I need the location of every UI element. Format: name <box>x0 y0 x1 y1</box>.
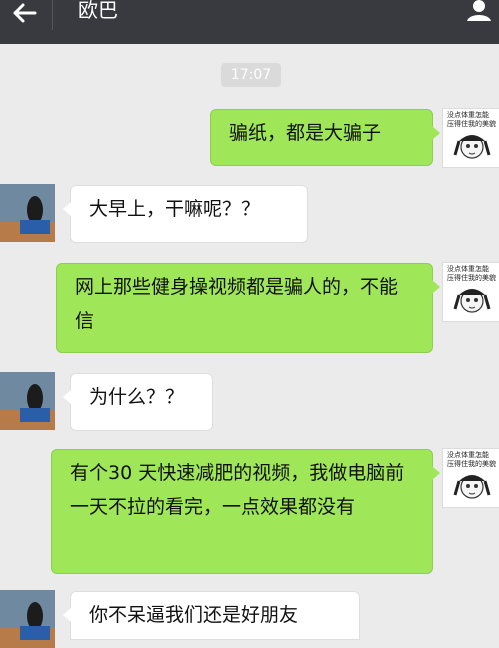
message-bubble-me[interactable]: 骗纸，都是大骗子 <box>210 109 440 166</box>
cartoon-face-icon <box>453 475 491 499</box>
profile-button[interactable] <box>466 0 492 22</box>
timestamp: 17:07 <box>221 63 281 87</box>
person-icon <box>467 0 491 21</box>
my-avatar[interactable]: 没点体重怎能 压得住我的美貌 <box>442 108 499 168</box>
chat-title: 欧巴 <box>78 0 118 22</box>
message-bubble-me[interactable]: 网上那些健身操视频都是骗人的，不能信 <box>56 263 440 353</box>
friend-avatar[interactable] <box>0 372 55 430</box>
friend-photo-icon <box>0 590 55 648</box>
message-bubble-friend[interactable]: 为什么？？ <box>63 373 213 431</box>
message-bubble-friend[interactable]: 你不呆逼我们还是好朋友 <box>63 591 360 640</box>
friend-photo-icon <box>0 184 55 242</box>
cartoon-face-icon <box>453 135 491 159</box>
header-divider <box>52 0 53 30</box>
friend-photo-icon <box>0 372 55 430</box>
friend-avatar[interactable] <box>0 590 55 648</box>
back-button[interactable] <box>8 0 40 26</box>
my-avatar[interactable]: 没点体重怎能 压得住我的美貌 <box>442 262 499 322</box>
message-bubble-me[interactable]: 有个30 天快速减肥的视频，我做电脑前一天不拉的看完，一点效果都没有 <box>51 449 440 574</box>
friend-avatar[interactable] <box>0 184 55 242</box>
my-avatar[interactable]: 没点体重怎能 压得住我的美貌 <box>442 448 499 508</box>
back-arrow-icon <box>13 3 37 23</box>
cartoon-face-icon <box>453 289 491 313</box>
message-bubble-friend[interactable]: 大早上，干嘛呢？？ <box>63 185 308 243</box>
top-bar: 欧巴 <box>0 0 499 44</box>
